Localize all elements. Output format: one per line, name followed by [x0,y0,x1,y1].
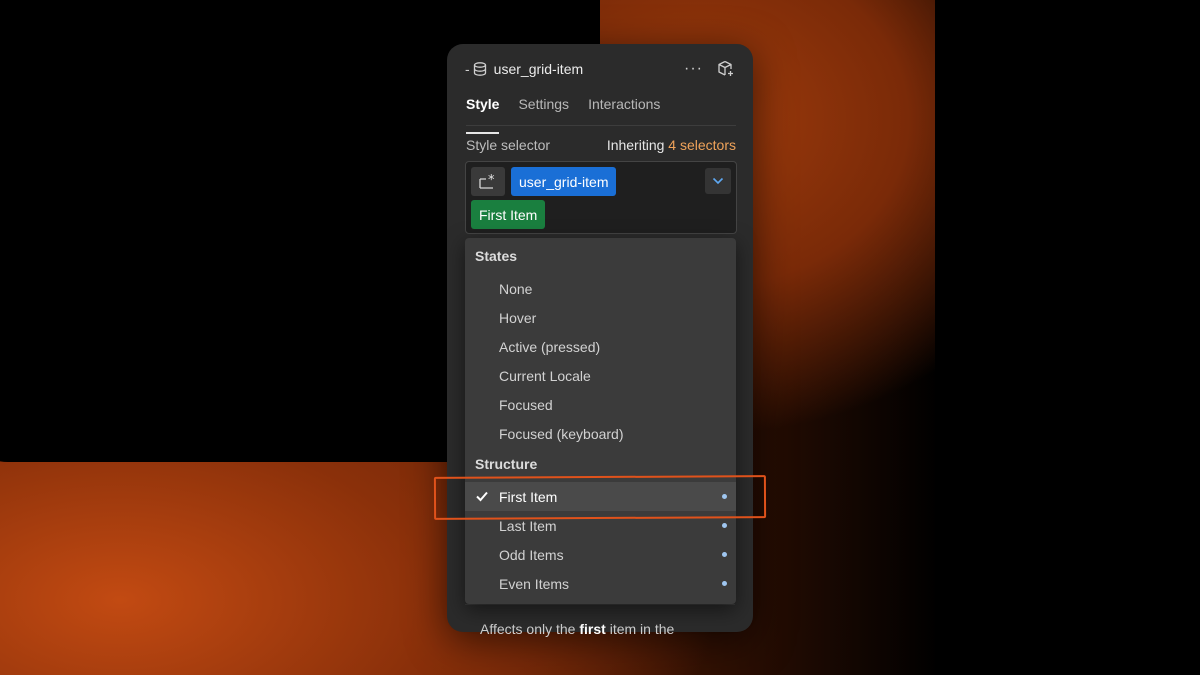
tab-interactions[interactable]: Interactions [588,94,660,125]
inheriting-info[interactable]: Inheriting 4 selectors [607,137,736,153]
database-icon [473,62,486,76]
divider [465,604,735,605]
structure-heading: Structure [475,456,538,472]
menu-item-label: Even Items [499,575,570,592]
component-icon[interactable] [717,60,735,78]
menu-item-label: Focused (keyboard) [499,425,624,442]
menu-item-label: Hover [499,309,537,326]
style-selector-label: Style selector [466,137,551,153]
inheriting-count[interactable]: 4 selectors [668,137,736,153]
panel-header: - user_grid-item ··· [465,58,735,80]
menu-item-focused-keyboard[interactable]: Focused (keyboard) [465,419,736,448]
menu-item-label: Focused [499,396,553,413]
description-prefix: Affects only the [480,621,576,637]
states-heading: States [475,248,518,264]
indicator-dot-icon [722,523,727,528]
tab-style[interactable]: Style [466,94,500,134]
collapse-dash[interactable]: - [465,61,470,77]
description-suffix: item in the [609,621,675,637]
menu-item-hover[interactable]: Hover [465,303,736,332]
more-icon[interactable]: ··· [684,60,703,78]
chevron-down-icon[interactable] [705,168,731,194]
svg-text:*: * [488,173,495,188]
menu-item-label: Odd Items [499,546,564,563]
state-description: Affects only the first item in the [480,621,674,637]
menu-item-odd-items[interactable]: Odd Items [465,540,736,569]
menu-item-label: Active (pressed) [499,338,601,355]
selector-field[interactable]: * user_grid-item First Item [465,161,737,234]
indicator-dot-icon [722,581,727,586]
background-dark-edge [935,0,1200,675]
menu-item-label: Last Item [499,517,557,534]
menu-item-current-locale[interactable]: Current Locale [465,361,736,390]
menu-item-none[interactable]: None [465,274,736,303]
element-title: user_grid-item [493,61,584,77]
menu-item-label: Current Locale [499,367,591,384]
class-chip[interactable]: user_grid-item [511,167,617,196]
menu-item-focused[interactable]: Focused [465,390,736,419]
state-dropdown-menu: States None Hover Active (pressed) Curre… [465,238,736,604]
state-chip[interactable]: First Item [471,200,546,229]
indicator-dot-icon [722,552,727,557]
highlight-annotation [433,475,767,520]
global-class-icon[interactable]: * [471,167,505,196]
inheriting-prefix: Inheriting [606,137,665,153]
menu-item-active[interactable]: Active (pressed) [465,332,736,361]
panel-tabs: Style Settings Interactions [466,94,736,134]
tab-settings[interactable]: Settings [518,94,569,125]
menu-item-even-items[interactable]: Even Items [465,569,736,598]
description-bold: first [579,621,606,637]
menu-item-label: None [499,280,533,297]
style-selector-row: Style selector Inheriting 4 selectors [466,137,736,153]
